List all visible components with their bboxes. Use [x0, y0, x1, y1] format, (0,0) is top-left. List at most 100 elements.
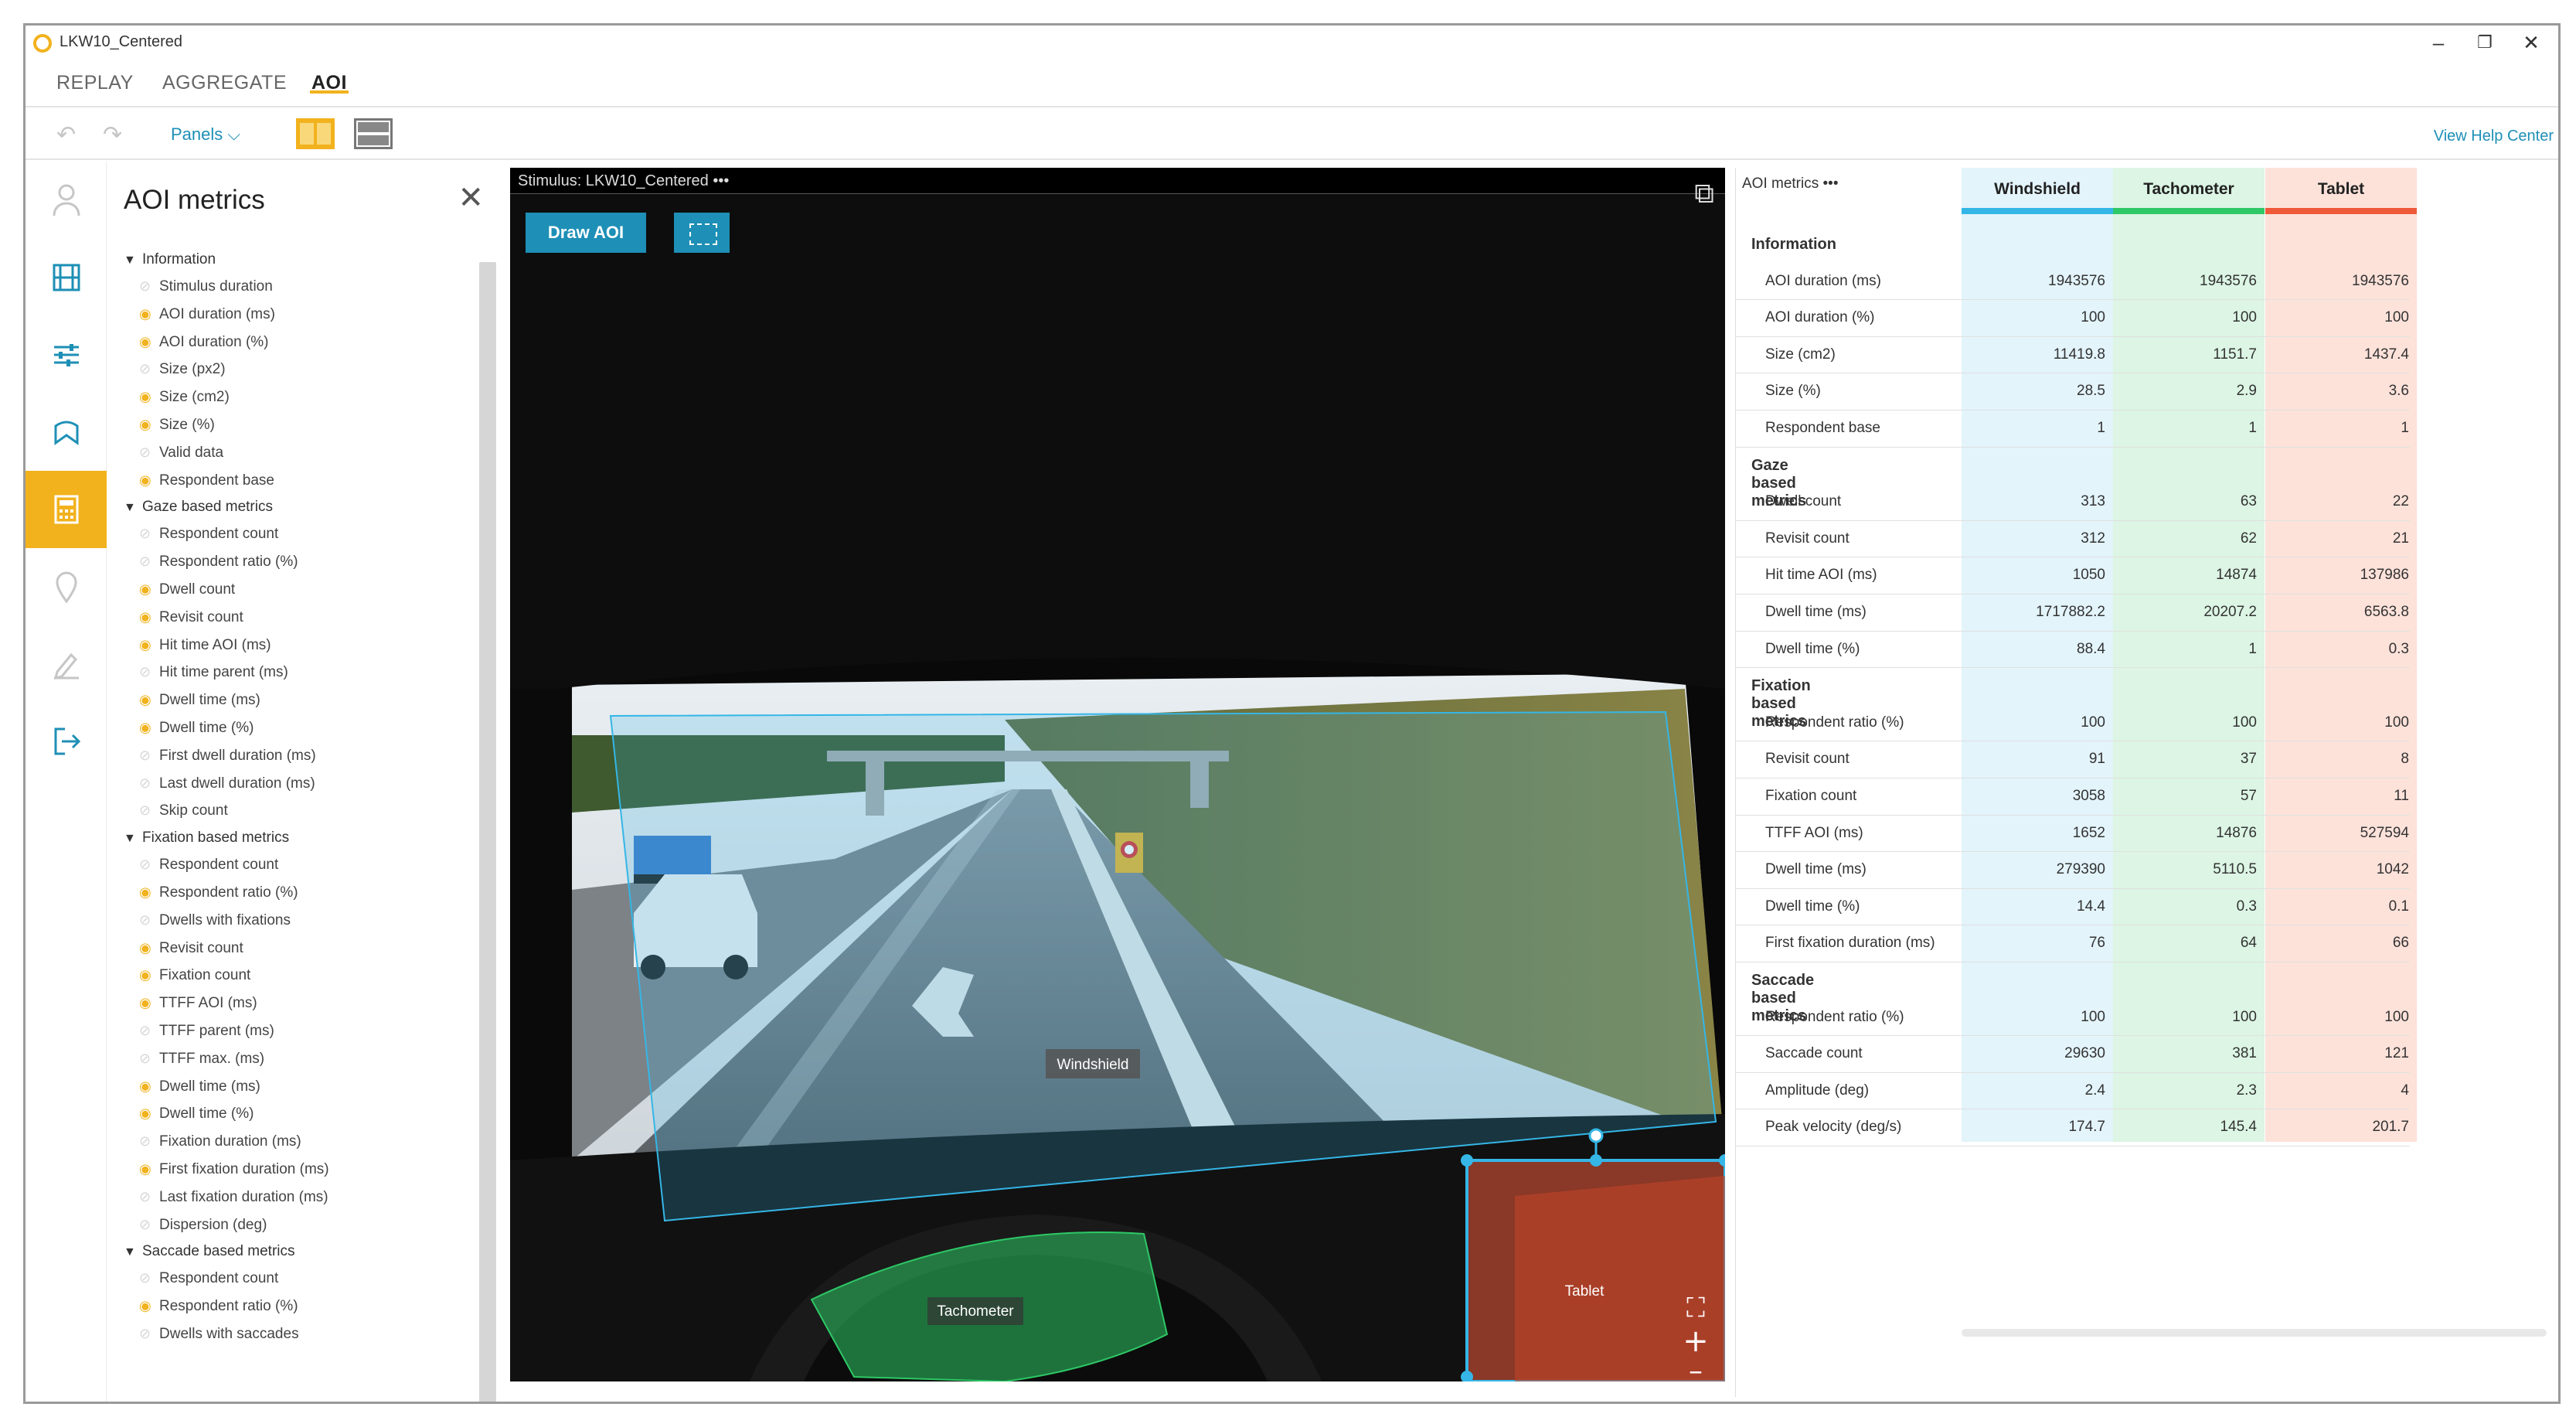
tree-item[interactable]: ◉ TTFF AOI (ms): [124, 990, 475, 1017]
tree-item[interactable]: ⊘ Dwells with fixations: [124, 907, 475, 935]
tree-group[interactable]: ▼ Gaze based metrics: [124, 494, 475, 520]
tree-item[interactable]: ◉ Dwell time (ms): [124, 686, 475, 714]
eye-icon[interactable]: ◉: [139, 1073, 159, 1101]
map-icon[interactable]: [26, 393, 107, 471]
layout-rows-icon[interactable]: [354, 118, 393, 149]
draw-aoi-button[interactable]: Draw AOI: [526, 213, 646, 253]
eye-icon[interactable]: ◉: [139, 935, 159, 962]
eye-off-icon[interactable]: ⊘: [139, 1128, 159, 1156]
zoom-fit-icon[interactable]: ⛶: [1686, 1293, 1705, 1324]
tree-item[interactable]: ⊘ TTFF max. (ms): [124, 1045, 475, 1073]
eye-off-icon[interactable]: ⊘: [139, 1265, 159, 1293]
tree-item[interactable]: ◉ Dwell time (ms): [124, 1073, 475, 1101]
eye-off-icon[interactable]: ⊘: [139, 548, 159, 576]
restore-button[interactable]: ❐: [2465, 29, 2504, 56]
layout-split-icon[interactable]: [296, 118, 335, 149]
tree-item[interactable]: ◉ AOI duration (%): [124, 329, 475, 356]
column-header[interactable]: Tachometer: [2113, 180, 2265, 199]
tree-group[interactable]: ▼ Information: [124, 247, 475, 273]
eye-off-icon[interactable]: ⊘: [139, 797, 159, 825]
eye-icon[interactable]: ◉: [139, 1100, 159, 1128]
tree-item[interactable]: ◉ Hit time AOI (ms): [124, 632, 475, 659]
tab-aggregate[interactable]: AGGREGATE: [162, 72, 287, 94]
eye-off-icon[interactable]: ⊘: [139, 1320, 159, 1348]
eye-icon[interactable]: ◉: [139, 1293, 159, 1320]
eye-off-icon[interactable]: ⊘: [139, 770, 159, 798]
tree-item[interactable]: ◉ Dwell count: [124, 576, 475, 604]
tree-item[interactable]: ⊘ Size (px2): [124, 356, 475, 383]
eye-icon[interactable]: ◉: [139, 879, 159, 907]
tree-item[interactable]: ◉ Size (cm2): [124, 383, 475, 411]
eye-off-icon[interactable]: ⊘: [139, 439, 159, 467]
tree-item[interactable]: ⊘ Dispersion (deg): [124, 1211, 475, 1239]
horizontal-scrollbar[interactable]: [1962, 1329, 2547, 1337]
scrollbar[interactable]: [479, 262, 496, 1402]
eye-off-icon[interactable]: ⊘: [139, 1017, 159, 1045]
tree-item[interactable]: ⊘ Last dwell duration (ms): [124, 770, 475, 798]
eye-off-icon[interactable]: ⊘: [139, 1045, 159, 1073]
eye-icon[interactable]: ◉: [139, 604, 159, 632]
zoom-in-icon[interactable]: +: [1683, 1324, 1709, 1359]
tree-item[interactable]: ◉ Fixation count: [124, 962, 475, 990]
tree-item[interactable]: ⊘ Respondent count: [124, 1265, 475, 1293]
eye-off-icon[interactable]: ⊘: [139, 273, 159, 301]
tab-replay[interactable]: REPLAY: [56, 72, 134, 94]
tree-item[interactable]: ⊘ Dwells with saccades: [124, 1320, 475, 1348]
zoom-out-icon[interactable]: –: [1689, 1355, 1703, 1381]
eye-icon[interactable]: ◉: [139, 1156, 159, 1184]
eye-off-icon[interactable]: ⊘: [139, 356, 159, 383]
tree-item[interactable]: ◉ First fixation duration (ms): [124, 1156, 475, 1184]
tree-item[interactable]: ⊘ Last fixation duration (ms): [124, 1184, 475, 1211]
tree-item[interactable]: ◉ Respondent ratio (%): [124, 1293, 475, 1320]
tree-group[interactable]: ▼ Saccade based metrics: [124, 1238, 475, 1265]
eye-off-icon[interactable]: ⊘: [139, 520, 159, 548]
tree-item[interactable]: ◉ Size (%): [124, 411, 475, 439]
redo-icon[interactable]: ↷: [103, 121, 122, 148]
tree-item[interactable]: ⊘ First dwell duration (ms): [124, 742, 475, 770]
eye-off-icon[interactable]: ⊘: [139, 907, 159, 935]
tree-item[interactable]: ⊘ Valid data: [124, 439, 475, 467]
minimize-button[interactable]: –: [2419, 29, 2458, 56]
tree-item[interactable]: ◉ Respondent ratio (%): [124, 879, 475, 907]
tree-group[interactable]: ▼ Fixation based metrics: [124, 825, 475, 851]
tree-item[interactable]: ⊘ Respondent count: [124, 520, 475, 548]
eye-icon[interactable]: ◉: [139, 301, 159, 329]
column-header[interactable]: Windshield: [1962, 180, 2113, 199]
eye-icon[interactable]: ◉: [139, 329, 159, 356]
close-icon[interactable]: ✕: [458, 180, 484, 216]
eye-icon[interactable]: ◉: [139, 990, 159, 1017]
undo-icon[interactable]: ↶: [56, 121, 76, 148]
tree-item[interactable]: ◉ Respondent base: [124, 467, 475, 495]
tree-item[interactable]: ◉ Dwell time (%): [124, 1100, 475, 1128]
eye-icon[interactable]: ◉: [139, 576, 159, 604]
calculator-icon[interactable]: [26, 471, 107, 548]
tree-item[interactable]: ⊘ TTFF parent (ms): [124, 1017, 475, 1045]
collapse-icon[interactable]: ▼: [124, 495, 142, 521]
person-icon[interactable]: [26, 162, 107, 239]
eye-off-icon[interactable]: ⊘: [139, 659, 159, 686]
eye-off-icon[interactable]: ⊘: [139, 851, 159, 879]
eye-off-icon[interactable]: ⊘: [139, 1184, 159, 1211]
tree-item[interactable]: ⊘ Respondent ratio (%): [124, 548, 475, 576]
tree-item[interactable]: ◉ Dwell time (%): [124, 714, 475, 742]
export-icon[interactable]: [26, 703, 107, 780]
collapse-icon[interactable]: ▼: [124, 1239, 142, 1266]
eye-icon[interactable]: ◉: [139, 383, 159, 411]
panels-dropdown[interactable]: Panels ⌵: [171, 124, 240, 145]
tree-item[interactable]: ◉ Revisit count: [124, 604, 475, 632]
eye-icon[interactable]: ◉: [139, 632, 159, 659]
help-center-link[interactable]: View Help Center: [2434, 128, 2554, 145]
column-header[interactable]: Tablet: [2265, 180, 2417, 199]
eye-icon[interactable]: ◉: [139, 411, 159, 439]
close-window-button[interactable]: ✕: [2512, 29, 2550, 56]
eye-icon[interactable]: ◉: [139, 714, 159, 742]
sliders-icon[interactable]: [26, 316, 107, 393]
tree-item[interactable]: ⊘ Skip count: [124, 797, 475, 825]
tree-item[interactable]: ⊘ Hit time parent (ms): [124, 659, 475, 686]
eye-off-icon[interactable]: ⊘: [139, 1211, 159, 1239]
tree-item[interactable]: ⊘ Respondent count: [124, 851, 475, 879]
pin-icon[interactable]: [26, 548, 107, 625]
collapse-icon[interactable]: ▼: [124, 247, 142, 274]
pop-out-icon[interactable]: ⧉: [1694, 177, 1714, 210]
tree-item[interactable]: ◉ AOI duration (ms): [124, 301, 475, 329]
